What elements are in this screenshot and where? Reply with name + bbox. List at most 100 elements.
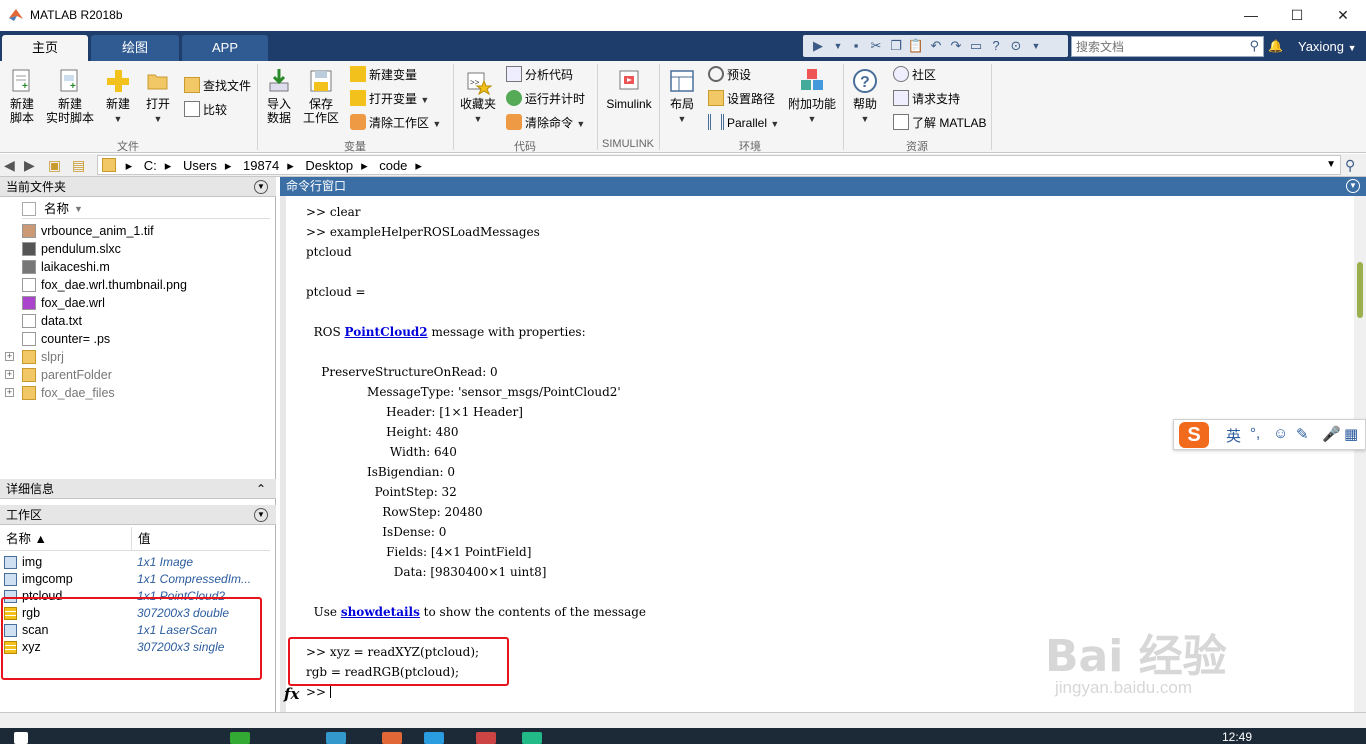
maximize-button[interactable]: ☐ [1274, 0, 1320, 31]
new-button[interactable]: 新建 ▼ [102, 67, 134, 126]
close-button[interactable]: ✕ [1320, 0, 1366, 31]
new-variable-button[interactable]: 新建变量 [350, 65, 417, 85]
app-icon[interactable] [522, 732, 542, 744]
file-list-header[interactable]: 名称 ▼ [22, 199, 270, 219]
expand-icon[interactable]: + [5, 370, 14, 379]
path-segment[interactable]: Desktop [305, 157, 353, 175]
command-output[interactable]: >> clear >> exampleHelperROSLoadMessages p… [280, 196, 1354, 712]
open-button[interactable]: 打开 ▼ [142, 67, 174, 126]
panel-actions-icon[interactable]: ▼ [254, 180, 268, 194]
save-icon[interactable]: ▪ [847, 37, 865, 55]
workspace-variable-row[interactable]: imgcomp 1x1 CompressedIm... [0, 571, 270, 588]
start-icon[interactable] [14, 732, 28, 744]
search-folder-icon[interactable]: ⚲ [1345, 157, 1355, 174]
workspace-variable-row[interactable]: scan 1x1 LaserScan [0, 622, 270, 639]
path-dropdown-icon[interactable]: ▼ [1326, 156, 1336, 174]
path-segment[interactable]: C: [144, 157, 157, 175]
column-name[interactable]: 名称 ▲ [6, 527, 47, 551]
browse-folder-icon[interactable]: ▤ [72, 157, 85, 174]
find-files-button[interactable]: 查找文件 [184, 76, 251, 96]
file-item[interactable]: counter= .ps [0, 330, 270, 348]
set-path-button[interactable]: 设置路径 [708, 89, 775, 109]
new-live-script-button[interactable]: + 新建 实时脚本 [44, 67, 96, 125]
dropdown-arrow-icon[interactable]: ▼ [829, 37, 847, 55]
search-input[interactable] [1072, 37, 1242, 56]
help-icon[interactable]: ? [987, 37, 1005, 55]
emoji-icon[interactable]: ☺ [1273, 425, 1288, 442]
path-segment[interactable]: code [379, 157, 407, 175]
clear-commands-button[interactable]: 清除命令 ▼ [506, 113, 585, 133]
ime-punctuation-toggle[interactable]: °, [1250, 425, 1260, 442]
community-button[interactable]: 社区 [893, 65, 936, 85]
panel-actions-icon[interactable]: ▼ [1346, 179, 1360, 193]
command-prompt[interactable]: >> [306, 682, 331, 702]
expand-icon[interactable]: + [5, 352, 14, 361]
tab-plots[interactable]: 绘图 [91, 35, 179, 61]
path-segment[interactable]: 19874 [243, 157, 279, 175]
app-icon[interactable] [326, 732, 346, 744]
scrollbar-thumb[interactable] [1357, 262, 1363, 318]
sort-icon[interactable]: ⊙ [1007, 37, 1025, 55]
forward-arrow-icon[interactable]: ▶ [24, 157, 35, 174]
copy-icon[interactable]: ❐ [887, 37, 905, 55]
back-arrow-icon[interactable]: ◀ [4, 157, 15, 174]
search-documentation[interactable]: ⚲ [1071, 36, 1264, 57]
parallel-button[interactable]: Parallel ▼ [708, 113, 779, 133]
file-item[interactable]: data.txt [0, 312, 270, 330]
run-and-time-button[interactable]: 运行并计时 [506, 89, 585, 109]
up-folder-icon[interactable]: ▣ [48, 157, 61, 174]
command-hyperlink[interactable]: showdetails [341, 605, 420, 619]
open-variable-button[interactable]: 打开变量 ▼ [350, 89, 429, 109]
grid-menu-icon[interactable]: ▦ [1344, 425, 1358, 443]
expand-icon[interactable]: + [5, 388, 14, 397]
ime-language-toggle[interactable]: 英 [1226, 425, 1241, 446]
new-script-button[interactable]: + 新建 脚本 [6, 67, 38, 125]
chevron-up-icon[interactable]: ⌃ [256, 479, 266, 499]
folder-item[interactable]: + fox_dae_files [0, 384, 270, 402]
panel-actions-icon[interactable]: ▼ [254, 508, 268, 522]
command-hyperlink[interactable]: PointCloud2 [345, 325, 428, 339]
file-item[interactable]: vrbounce_anim_1.tif [0, 222, 270, 240]
details-header[interactable]: 详细信息 ⌃ [0, 479, 276, 499]
tab-home[interactable]: 主页 [2, 35, 88, 61]
compare-button[interactable]: 比较 [184, 100, 227, 120]
sogou-logo-icon[interactable]: S [1179, 422, 1209, 448]
taskbar-clock[interactable]: 12:49 [1222, 730, 1252, 744]
app-icon[interactable] [230, 732, 250, 744]
function-browser-icon[interactable]: fx [284, 685, 299, 703]
preferences-button[interactable]: 预设 [708, 65, 751, 85]
request-support-button[interactable]: 请求支持 [893, 89, 960, 109]
paste-icon[interactable]: 📋 [907, 37, 925, 55]
file-item[interactable]: pendulum.slxc [0, 240, 270, 258]
simulink-button[interactable]: Simulink [603, 67, 655, 111]
workspace-variable-row[interactable]: ptcloud 1x1 PointCloud2 [0, 588, 270, 605]
vertical-scrollbar[interactable] [1354, 196, 1366, 712]
undo-icon[interactable]: ↶ [927, 37, 945, 55]
file-item[interactable]: fox_dae.wrl [0, 294, 270, 312]
app-icon[interactable] [476, 732, 496, 744]
folder-item[interactable]: + parentFolder [0, 366, 270, 384]
minimize-button[interactable]: — [1228, 0, 1274, 31]
microphone-icon[interactable]: 🎤 [1322, 425, 1341, 443]
file-item[interactable]: fox_dae.wrl.thumbnail.png [0, 276, 270, 294]
import-data-button[interactable]: 导入 数据 [263, 67, 295, 125]
run-icon[interactable]: ▶ [809, 37, 827, 55]
search-icon[interactable]: ⚲ [1249, 38, 1259, 54]
add-ons-button[interactable]: 附加功能 ▼ [786, 67, 838, 126]
cut-icon[interactable]: ✂ [867, 37, 885, 55]
clear-workspace-button[interactable]: 清除工作区 ▼ [350, 113, 441, 133]
favorites-button[interactable]: >> 收藏夹 ▼ [459, 67, 497, 126]
dropdown-arrow-icon[interactable]: ▼ [1027, 37, 1045, 55]
learn-matlab-button[interactable]: 了解 MATLAB [893, 113, 986, 133]
current-path-field[interactable]: ▸ C: ▸ Users ▸ 19874 ▸ Desktop ▸ code ▸ ▼ [97, 155, 1341, 175]
redo-icon[interactable]: ↷ [947, 37, 965, 55]
tab-apps[interactable]: APP [182, 35, 268, 61]
workspace-variable-row[interactable]: img 1x1 Image [0, 554, 270, 571]
user-account-menu[interactable]: Yaxiong ▼ [1298, 39, 1357, 54]
app-icon[interactable] [424, 732, 444, 744]
notification-bell-icon[interactable]: 🔔 [1268, 39, 1283, 53]
help-button[interactable]: ? 帮助 ▼ [849, 67, 881, 126]
workspace-variable-row[interactable]: xyz 307200x3 single [0, 639, 270, 656]
workspace-variable-row[interactable]: rgb 307200x3 double [0, 605, 270, 622]
save-workspace-button[interactable]: 保存 工作区 [302, 67, 340, 125]
